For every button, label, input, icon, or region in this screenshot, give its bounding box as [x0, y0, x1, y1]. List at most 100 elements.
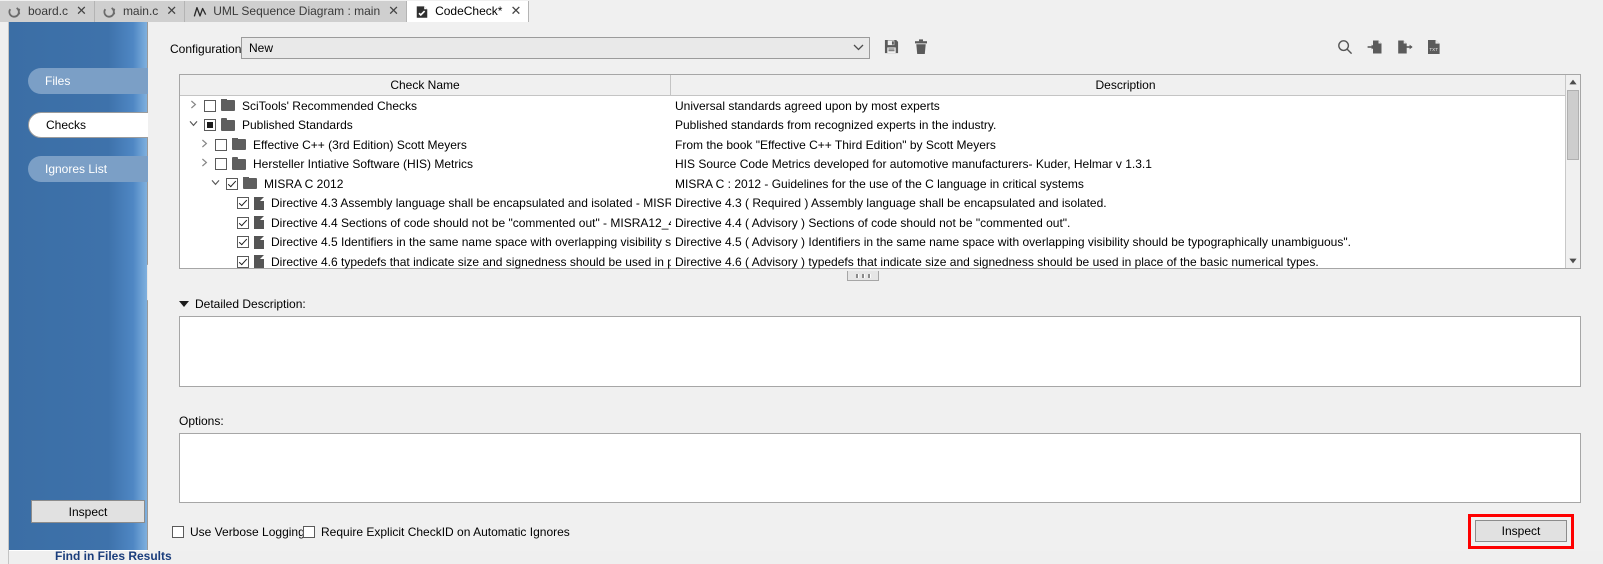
check-name-label: Published Standards	[242, 118, 353, 133]
check-name-label: MISRA C 2012	[264, 176, 344, 191]
export-configuration-button[interactable]	[1394, 37, 1416, 59]
sidebar-inspect-label: Inspect	[68, 504, 108, 519]
file-icon	[254, 196, 264, 210]
editor-tab-3[interactable]: CodeCheck* ✕	[407, 1, 530, 22]
editor-tab-1[interactable]: main.c ✕	[94, 1, 186, 22]
chevron-right-icon[interactable]	[199, 139, 210, 151]
svg-text:TXT: TXT	[1429, 46, 1438, 51]
codecheck-icon	[415, 5, 429, 19]
row-checkbox[interactable]	[204, 99, 216, 112]
sidebar-item-files[interactable]: Files	[28, 68, 168, 94]
table-row[interactable]: MISRA C 2012 MISRA C : 2012 - Guidelines …	[180, 174, 1580, 194]
export-text-report-button[interactable]: TXT	[1423, 37, 1445, 59]
configuration-value: New	[249, 41, 274, 55]
description-cell: Directive 4.3 ( Required ) Assembly lang…	[675, 196, 1107, 211]
sidebar-item-checks[interactable]: Checks	[28, 112, 168, 138]
editor-tab-0[interactable]: board.c ✕	[0, 1, 95, 22]
export-text-file-icon: TXT	[1426, 39, 1442, 58]
close-icon[interactable]: ✕	[76, 5, 87, 18]
checkbox-box	[303, 526, 315, 538]
row-checkbox[interactable]	[237, 216, 249, 229]
sidebar-inspect-button[interactable]: Inspect	[31, 500, 145, 523]
editor-tab-label: main.c	[122, 4, 159, 18]
description-cell: Published standards from recognized expe…	[675, 118, 997, 133]
description-cell: Directive 4.4 ( Advisory ) Sections of c…	[675, 215, 1071, 230]
check-name-cell: Effective C++ (3rd Edition) Scott Meyers	[180, 137, 671, 152]
use-verbose-logging-label: Use Verbose Logging	[190, 525, 305, 539]
column-header-check-name[interactable]: Check Name	[180, 75, 671, 95]
inspect-button[interactable]: Inspect	[1475, 520, 1567, 542]
editor-tab-label: UML Sequence Diagram : main	[213, 4, 381, 18]
checks-tree-scrollbar[interactable]	[1565, 75, 1580, 268]
close-icon[interactable]: ✕	[166, 5, 177, 18]
chevron-right-icon[interactable]	[188, 100, 199, 112]
options-header: Options:	[179, 414, 224, 428]
folder-icon	[243, 176, 257, 190]
description-cell: MISRA C : 2012 - Guidelines for the use …	[675, 176, 1084, 191]
checks-tree-table[interactable]: Check Name Description SciTools' Recomme…	[179, 74, 1581, 269]
check-name-label: SciTools' Recommended Checks	[242, 98, 418, 113]
table-row[interactable]: SciTools' Recommended Checks Universal st…	[180, 96, 1580, 116]
check-name-cell: MISRA C 2012	[180, 176, 671, 191]
table-row[interactable]: Directive 4.3 Assembly language shall be…	[180, 194, 1580, 214]
row-checkbox[interactable]	[215, 158, 227, 171]
scrollbar-thumb[interactable]	[1567, 90, 1579, 160]
trash-icon	[914, 38, 928, 58]
folder-icon	[221, 118, 235, 131]
options-textarea[interactable]	[179, 433, 1581, 503]
search-checks-button[interactable]	[1334, 37, 1356, 59]
delete-configuration-button[interactable]	[910, 37, 932, 59]
row-checkbox[interactable]	[237, 236, 249, 249]
save-floppy-icon	[884, 39, 899, 57]
tree-resize-grip[interactable]	[847, 271, 879, 281]
require-explicit-checkid-checkbox[interactable]: Require Explicit CheckID on Automatic Ig…	[303, 525, 570, 539]
chevron-right-icon[interactable]	[199, 158, 210, 170]
editor-tab-label: CodeCheck*	[435, 4, 503, 18]
close-icon[interactable]: ✕	[510, 5, 521, 18]
checks-tree-header: Check Name Description	[180, 75, 1580, 96]
import-configuration-button[interactable]	[1364, 37, 1386, 59]
inspect-button-label: Inspect	[1501, 524, 1541, 538]
check-name-label: Directive 4.4 Sections of code should no…	[271, 215, 671, 230]
options-label: Options:	[179, 414, 224, 428]
row-checkbox[interactable]	[204, 119, 216, 132]
search-icon	[1337, 39, 1353, 58]
find-in-files-results-label: Find in Files Results	[55, 551, 172, 563]
detailed-description-header[interactable]: Detailed Description:	[179, 297, 306, 311]
detailed-description-textarea[interactable]	[179, 316, 1581, 387]
configuration-label: Configuration:	[170, 42, 245, 56]
checks-tree-body: SciTools' Recommended Checks Universal st…	[180, 96, 1580, 269]
check-name-label: Effective C++ (3rd Edition) Scott Meyers	[253, 137, 467, 152]
column-header-description[interactable]: Description	[671, 75, 1580, 95]
close-icon[interactable]: ✕	[388, 5, 399, 18]
check-name-cell: Hersteller Intiative Software (HIS) Metr…	[180, 157, 671, 171]
scroll-down-arrow-icon[interactable]	[1566, 254, 1580, 268]
table-row[interactable]: Published Standards Published standards f…	[180, 116, 1580, 136]
row-checkbox[interactable]	[226, 177, 238, 190]
description-cell: Directive 4.5 ( Advisory ) Identifiers i…	[675, 235, 1351, 250]
table-row[interactable]: Hersteller Intiative Software (HIS) Metr…	[180, 155, 1580, 175]
triangle-down-icon	[179, 301, 189, 307]
table-row[interactable]: Directive 4.6 typedefs that indicate siz…	[180, 252, 1580, 269]
codecheck-sidebar: Files Checks Ignores List Inspect	[9, 22, 168, 550]
sidebar-item-label: Ignores List	[45, 162, 108, 176]
chevron-down-icon	[847, 43, 869, 54]
row-checkbox[interactable]	[215, 138, 227, 151]
save-configuration-button[interactable]	[880, 37, 902, 59]
table-row[interactable]: Directive 4.5 Identifiers in the same na…	[180, 233, 1580, 253]
editor-tab-bar: board.c ✕ main.c ✕ UML Sequence Diagram : ma…	[0, 0, 1603, 23]
chevron-down-icon[interactable]	[188, 120, 199, 130]
sidebar-item-ignores-list[interactable]: Ignores List	[28, 156, 168, 182]
sidebar-item-label: Files	[45, 74, 71, 88]
use-verbose-logging-checkbox[interactable]: Use Verbose Logging	[172, 525, 305, 539]
table-row[interactable]: Effective C++ (3rd Edition) Scott Meyers…	[180, 135, 1580, 155]
row-checkbox[interactable]	[237, 255, 249, 268]
editor-tab-2[interactable]: UML Sequence Diagram : main ✕	[185, 1, 408, 22]
chevron-down-icon[interactable]	[210, 179, 221, 189]
configuration-dropdown[interactable]: New	[241, 37, 870, 59]
row-checkbox[interactable]	[237, 197, 249, 210]
description-cell: HIS Source Code Metrics developed for au…	[675, 157, 1152, 172]
uml-chart-icon	[193, 5, 207, 19]
scroll-up-arrow-icon[interactable]	[1566, 75, 1580, 89]
table-row[interactable]: Directive 4.4 Sections of code should no…	[180, 213, 1580, 233]
